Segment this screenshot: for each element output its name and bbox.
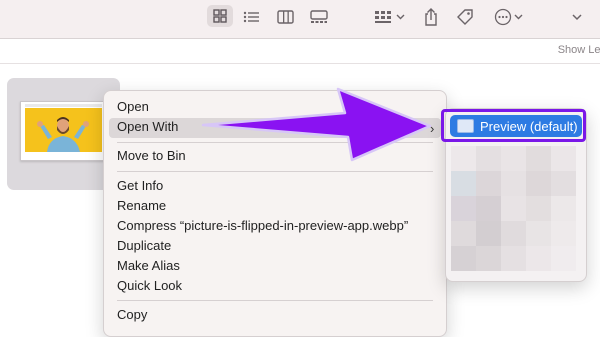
submenu-chevron-icon: › <box>430 121 435 136</box>
menu-item-duplicate[interactable]: Duplicate <box>117 238 171 253</box>
grid-view-icon[interactable] <box>207 5 233 27</box>
share-icon[interactable] <box>419 7 443 27</box>
menu-item-move-to-bin[interactable]: Move to Bin <box>117 148 186 163</box>
tag-icon[interactable] <box>453 7 477 27</box>
menu-item-quick-look[interactable]: Quick Look <box>117 278 182 293</box>
gallery-view-icon[interactable] <box>307 7 331 27</box>
menu-separator <box>117 171 433 172</box>
person-photo-icon <box>25 108 102 152</box>
file-thumbnail <box>20 101 107 161</box>
list-view-icon[interactable] <box>239 7 263 27</box>
menu-item-rename[interactable]: Rename <box>117 198 166 213</box>
blurred-app-list <box>451 146 579 271</box>
menu-item-get-info[interactable]: Get Info <box>117 178 163 193</box>
context-menu: Open Open With › Move to Bin Get Info Re… <box>103 90 447 337</box>
group-icon[interactable] <box>372 7 408 27</box>
thumbnail-image <box>25 108 102 152</box>
menu-item-make-alias[interactable]: Make Alias <box>117 258 180 273</box>
chevron-down-icon[interactable] <box>565 7 589 27</box>
menu-item-open-with[interactable]: Open With <box>117 119 178 134</box>
menu-item-open[interactable]: Open <box>117 99 149 114</box>
path-bar: Show Les <box>0 39 600 64</box>
column-view-icon[interactable] <box>273 7 297 27</box>
more-actions-icon[interactable] <box>492 7 526 27</box>
menu-item-copy[interactable]: Copy <box>117 307 147 322</box>
menu-item-compress[interactable]: Compress “picture-is-flipped-in-preview-… <box>117 218 408 233</box>
menu-separator <box>117 142 433 143</box>
show-less-link[interactable]: Show Les <box>558 44 600 56</box>
menu-separator <box>117 300 433 301</box>
finder-toolbar <box>0 0 600 39</box>
thumbnail-header <box>25 104 102 107</box>
highlight-frame <box>441 109 586 142</box>
